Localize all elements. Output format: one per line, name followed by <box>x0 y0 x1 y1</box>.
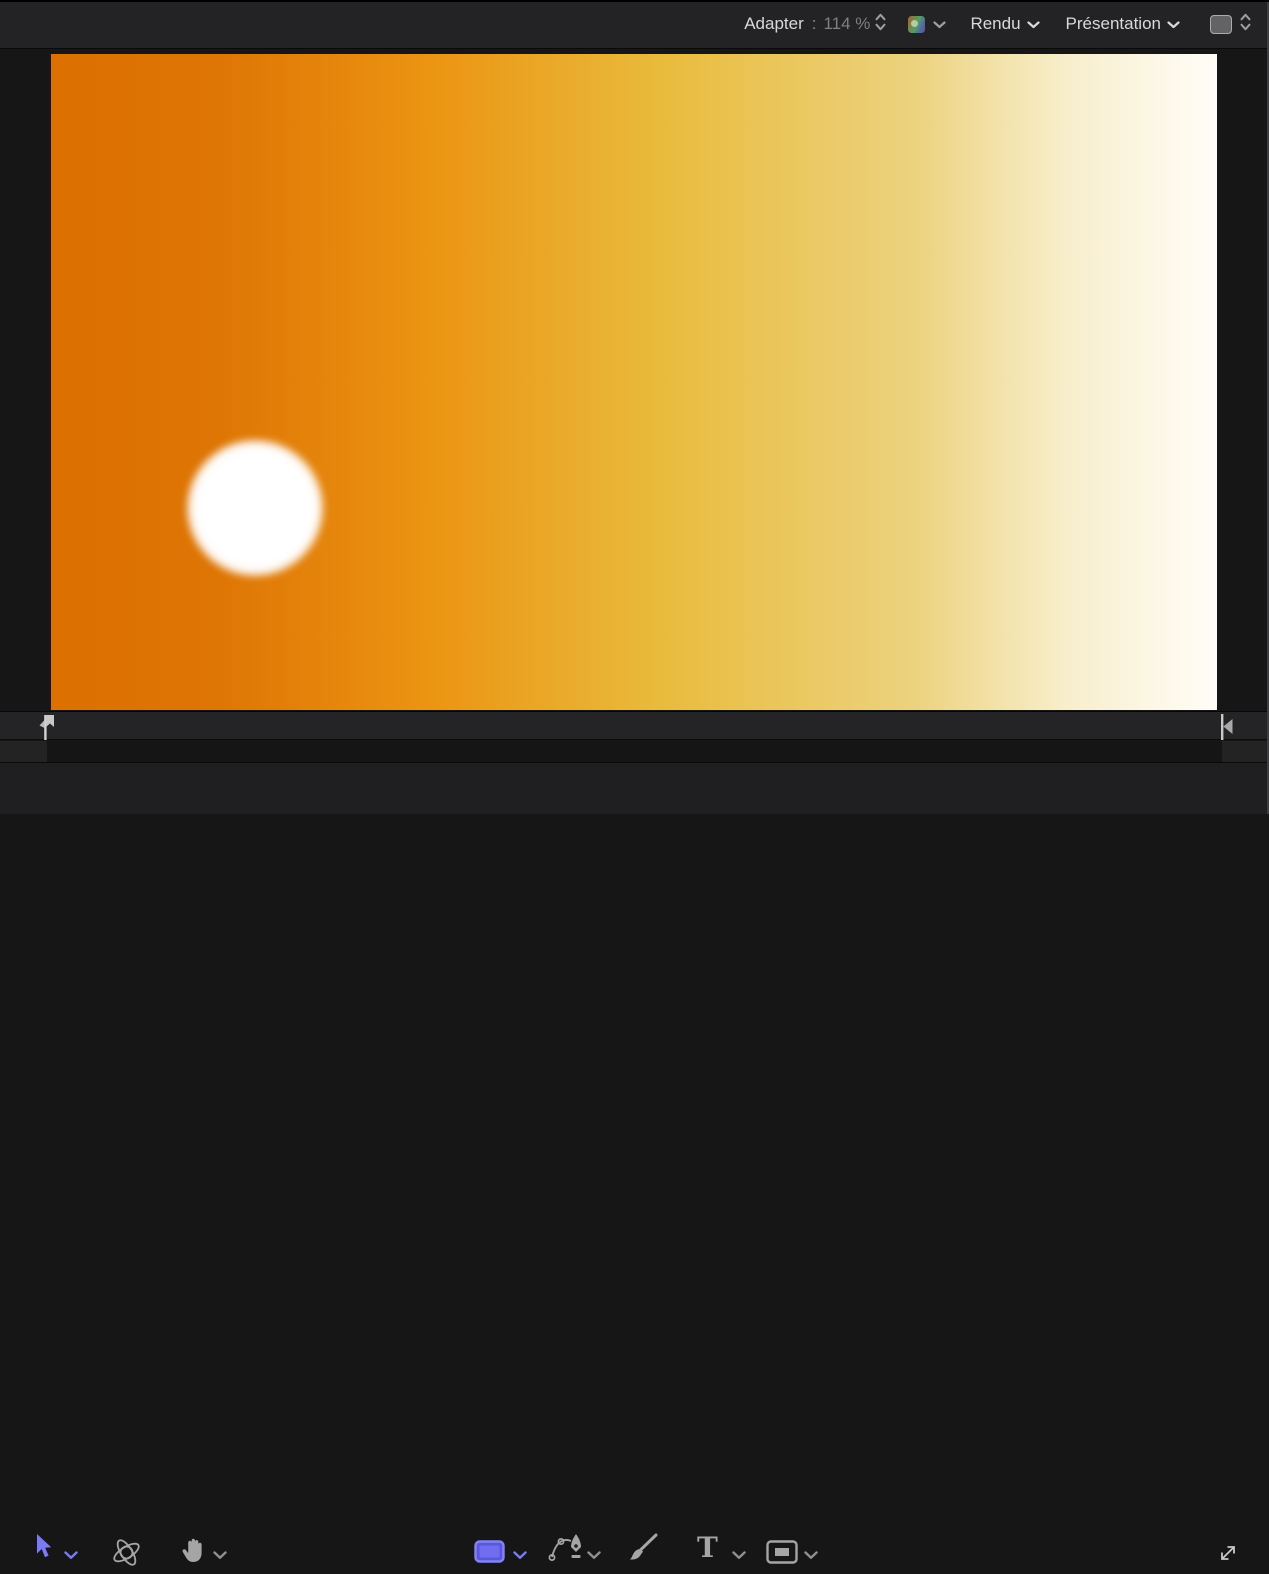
canvas-gradient[interactable] <box>51 54 1217 710</box>
channels-chevron-down-icon[interactable] <box>933 14 947 34</box>
pan-tool-chevron-down-icon[interactable] <box>213 1547 227 1565</box>
glow-circle <box>187 440 323 576</box>
3d-transform-orbit-icon[interactable] <box>110 1536 143 1574</box>
zoom-stepper-icon[interactable] <box>875 13 886 36</box>
zoom-separator: : <box>811 14 817 33</box>
render-menu[interactable]: Rendu <box>970 14 1040 34</box>
mask-tool-chevron-down-icon[interactable] <box>804 1547 818 1565</box>
zoom-level-menu[interactable]: Adapter : 114 % <box>744 13 886 36</box>
view-menu-label[interactable]: Présentation <box>1066 14 1161 34</box>
layout-square-icon[interactable] <box>1210 14 1232 34</box>
pen-tool-chevron-down-icon[interactable] <box>587 1547 601 1565</box>
text-tool[interactable]: T <box>697 1534 718 1562</box>
pan-hand-tool[interactable] <box>180 1536 207 1570</box>
color-channels-swatch-icon[interactable] <box>908 15 926 33</box>
rectangle-mask-tool[interactable] <box>766 1540 798 1569</box>
zoom-fit-label[interactable]: Adapter <box>744 14 804 34</box>
canvas-workspace <box>0 50 1269 711</box>
shape-tool-chevron-down-icon[interactable] <box>513 1547 527 1565</box>
bezier-pen-tool[interactable] <box>548 1533 584 1569</box>
color-channels-menu[interactable] <box>908 14 947 34</box>
window-layout-control[interactable] <box>1210 13 1251 36</box>
view-chevron-down-icon[interactable] <box>1167 14 1180 34</box>
mini-timeline[interactable] <box>0 711 1269 740</box>
zoom-value[interactable]: 114 % <box>823 14 870 34</box>
text-tool-chevron-down-icon[interactable] <box>732 1547 746 1565</box>
select-tool-chevron-down-icon[interactable] <box>64 1547 78 1565</box>
timeline-scrollbar-thumb[interactable] <box>47 741 1222 762</box>
render-chevron-down-icon[interactable] <box>1026 14 1040 34</box>
paint-stroke-brush-icon[interactable] <box>626 1533 660 1569</box>
render-menu-label[interactable]: Rendu <box>970 14 1020 34</box>
canvas-toolbar: T <box>0 762 1269 1566</box>
timeline-scrollbar[interactable] <box>0 741 1269 762</box>
select-transform-tool[interactable] <box>34 1534 53 1566</box>
layout-stepper-icon[interactable] <box>1240 13 1251 36</box>
rectangle-shape-tool[interactable] <box>474 1540 505 1568</box>
canvas-top-bar: Adapter : 114 % Rendu Présentation <box>0 0 1269 49</box>
expand-canvas-icon[interactable] <box>1216 1541 1240 1570</box>
view-menu[interactable]: Présentation <box>1066 14 1180 34</box>
